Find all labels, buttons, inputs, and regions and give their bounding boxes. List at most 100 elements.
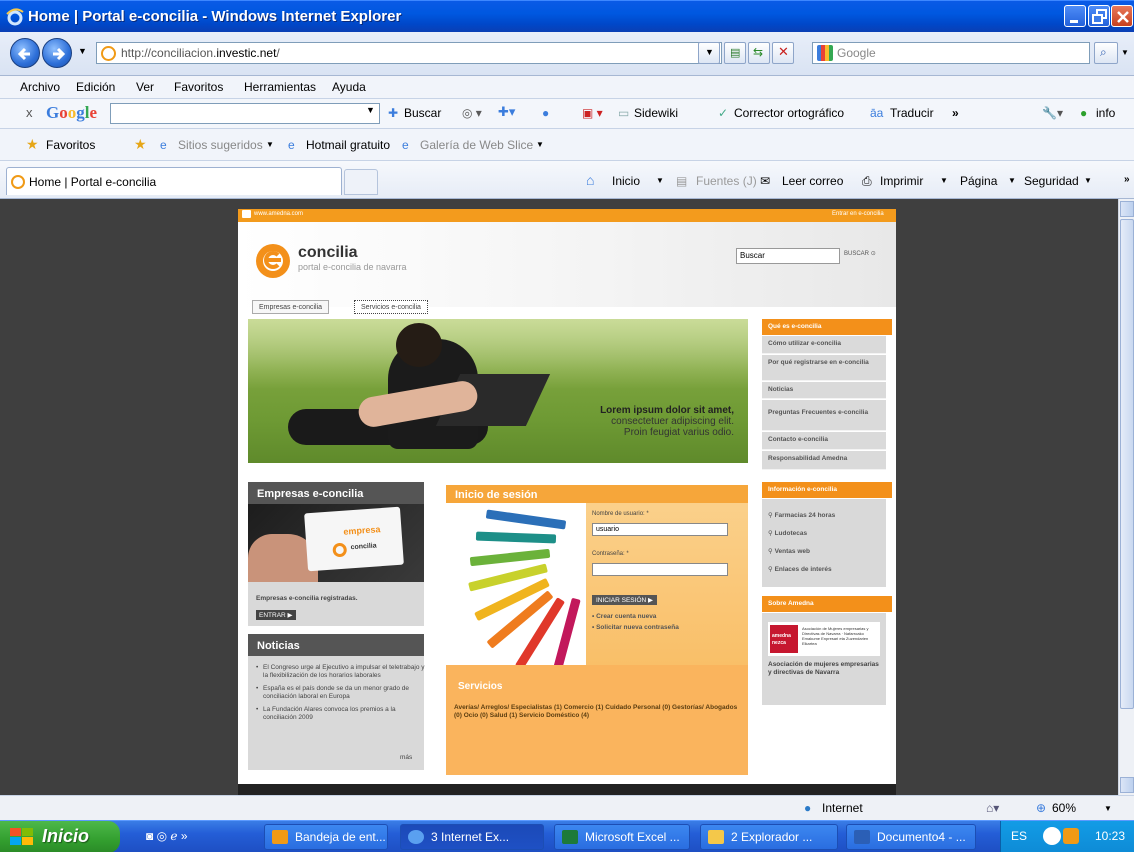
- amedna-link[interactable]: www.amedna.com: [254, 211, 303, 217]
- search-button[interactable]: ⌕: [1094, 42, 1118, 64]
- compatibility-view-button[interactable]: ▤: [724, 42, 746, 64]
- login-button[interactable]: INICIAR SESIÓN ▶: [592, 595, 658, 605]
- maximize-button[interactable]: [1088, 5, 1110, 27]
- servicios-list[interactable]: Averías/ Arreglos/ Especialistas (1) Com…: [454, 704, 744, 720]
- toolbar-more-button[interactable]: »: [952, 106, 959, 120]
- scroll-down-button[interactable]: [1120, 777, 1134, 793]
- page-menu-button[interactable]: Página: [960, 174, 997, 188]
- forward-button[interactable]: [42, 38, 72, 68]
- command-more-button[interactable]: »: [1124, 174, 1130, 185]
- google-search-dropdown-icon[interactable]: ▼: [366, 105, 375, 115]
- share-icon[interactable]: ●: [542, 106, 549, 120]
- translate-button[interactable]: Traducir: [890, 106, 934, 120]
- plus-icon[interactable]: ✚▾: [498, 104, 515, 120]
- quicklaunch-icons[interactable]: ◙ ◎ ℯ »: [146, 829, 188, 843]
- security-chevron-icon[interactable]: ▼: [1084, 176, 1092, 185]
- security-menu-button[interactable]: Seguridad: [1024, 174, 1079, 188]
- favorites-button[interactable]: Favoritos: [46, 138, 95, 152]
- web-slice-chevron-icon[interactable]: ▼: [536, 140, 544, 149]
- popup-blocker-icon[interactable]: ▣ ▾: [582, 106, 603, 120]
- menu-edicion[interactable]: Edición: [76, 80, 115, 94]
- more-news-link[interactable]: más: [400, 754, 412, 761]
- url-field[interactable]: http://conciliacion.investic.net/: [96, 42, 722, 64]
- taskbar-button-excel[interactable]: Microsoft Excel ...: [554, 824, 690, 850]
- refresh-button[interactable]: ⇆: [748, 42, 770, 64]
- zoom-level[interactable]: 60%: [1052, 801, 1076, 815]
- entrar-button[interactable]: ENTRAR ▶: [256, 610, 296, 620]
- logo-name[interactable]: concilia: [298, 244, 358, 262]
- scroll-thumb[interactable]: [1120, 219, 1134, 709]
- google-search-input[interactable]: [110, 103, 380, 124]
- reset-password-link[interactable]: • Solicitar nueva contraseña: [592, 624, 679, 631]
- zoom-chevron-icon[interactable]: ▼: [1104, 804, 1112, 813]
- password-input[interactable]: [592, 563, 728, 576]
- info-item[interactable]: ⚲ Farmacias 24 horas: [768, 511, 835, 519]
- spellcheck-button[interactable]: Corrector ortográfico: [734, 106, 844, 120]
- recent-pages-chevron-icon[interactable]: ▼: [78, 46, 87, 56]
- page-search-input[interactable]: Buscar: [736, 248, 840, 264]
- protected-mode-icon[interactable]: ⌂▾: [986, 801, 999, 815]
- que-es-item[interactable]: Preguntas Frecuentes e-concilia: [762, 400, 886, 431]
- web-slice-link[interactable]: Galería de Web Slice: [420, 138, 533, 152]
- menu-favoritos[interactable]: Favoritos: [174, 80, 223, 94]
- info-button[interactable]: info: [1096, 106, 1115, 120]
- enter-econcilia-link[interactable]: Entrar en e-concilia: [832, 211, 884, 217]
- menu-archivo[interactable]: Archivo: [20, 80, 60, 94]
- news-item[interactable]: El Congreso urge al Ejecutivo a impulsar…: [256, 664, 426, 679]
- info-item[interactable]: ⚲ Ludotecas: [768, 529, 807, 537]
- news-item[interactable]: La Fundación Alares convoca los premios …: [256, 706, 426, 721]
- tray-back-icon[interactable]: [1043, 827, 1061, 845]
- tab-servicios[interactable]: Servicios e-concilia: [354, 300, 428, 314]
- create-account-link[interactable]: • Crear cuenta nueva: [592, 613, 656, 620]
- start-button[interactable]: Inicio: [0, 821, 120, 852]
- google-logo[interactable]: Google: [46, 103, 97, 123]
- tab-empresas[interactable]: Empresas e-concilia: [252, 300, 330, 314]
- home-button[interactable]: Inicio: [612, 174, 640, 188]
- info-item[interactable]: ⚲ Enlaces de interés: [768, 565, 832, 573]
- menu-ayuda[interactable]: Ayuda: [332, 80, 366, 94]
- google-buscar-button[interactable]: Buscar: [404, 106, 441, 120]
- vertical-scrollbar[interactable]: [1118, 199, 1134, 795]
- close-button[interactable]: [1111, 5, 1133, 27]
- wrench-icon[interactable]: 🔧▾: [1042, 106, 1063, 120]
- news-item[interactable]: España es el país donde se da un menor g…: [256, 685, 426, 700]
- search-options-chevron-icon[interactable]: ▼: [1121, 48, 1129, 57]
- taskbar-button-word[interactable]: Documento4 - ...: [846, 824, 976, 850]
- username-input[interactable]: usuario: [592, 523, 728, 536]
- print-chevron-icon[interactable]: ▼: [940, 176, 948, 185]
- info-item[interactable]: ⚲ Ventas web: [768, 547, 810, 555]
- que-es-item[interactable]: Cómo utilizar e-concilia: [762, 336, 886, 354]
- taskbar-button-ie[interactable]: 3 Internet Ex...: [400, 824, 544, 850]
- read-mail-button[interactable]: Leer correo: [782, 174, 843, 188]
- hotmail-link[interactable]: Hotmail gratuito: [306, 138, 390, 152]
- que-es-item[interactable]: Noticias: [762, 382, 886, 399]
- tray-app-icon[interactable]: [1063, 828, 1079, 844]
- language-indicator[interactable]: ES: [1011, 829, 1027, 843]
- home-chevron-icon[interactable]: ▼: [656, 176, 664, 185]
- que-es-item[interactable]: Por qué registrarse en e-concilia: [762, 355, 886, 381]
- tab-home[interactable]: Home | Portal e-concilia: [6, 167, 342, 195]
- que-es-item[interactable]: Responsabilidad Amedna: [762, 451, 886, 470]
- stop-button[interactable]: ✕: [772, 42, 794, 64]
- taskbar-button-explorer[interactable]: 2 Explorador ...: [700, 824, 838, 850]
- new-tab-button[interactable]: [344, 169, 378, 195]
- scroll-up-button[interactable]: [1120, 201, 1134, 217]
- menu-herramientas[interactable]: Herramientas: [244, 80, 316, 94]
- back-button[interactable]: [10, 38, 40, 68]
- suggested-sites-chevron-icon[interactable]: ▼: [266, 140, 274, 149]
- feeds-button[interactable]: Fuentes (J): [696, 174, 757, 188]
- menu-ver[interactable]: Ver: [136, 80, 154, 94]
- search-field[interactable]: Google: [812, 42, 1090, 64]
- news-icon[interactable]: ◎ ▾: [462, 106, 482, 120]
- minimize-button[interactable]: [1064, 5, 1086, 27]
- amedna-logo[interactable]: amedna nezca Asociación de Mujeres empres…: [768, 622, 880, 656]
- page-chevron-icon[interactable]: ▼: [1008, 176, 1016, 185]
- suggested-sites-link[interactable]: Sitios sugeridos: [178, 138, 263, 152]
- taskbar-button-outlook[interactable]: Bandeja de ent...: [264, 824, 388, 850]
- print-button[interactable]: Imprimir: [880, 174, 923, 188]
- url-dropdown-button[interactable]: ▼: [698, 42, 720, 64]
- sidewiki-button[interactable]: Sidewiki: [634, 106, 678, 120]
- add-favorite-icon[interactable]: ★: [134, 136, 147, 153]
- page-search-button[interactable]: BUSCAR ⊙: [844, 250, 876, 257]
- toolbar-close-button[interactable]: x: [26, 105, 33, 120]
